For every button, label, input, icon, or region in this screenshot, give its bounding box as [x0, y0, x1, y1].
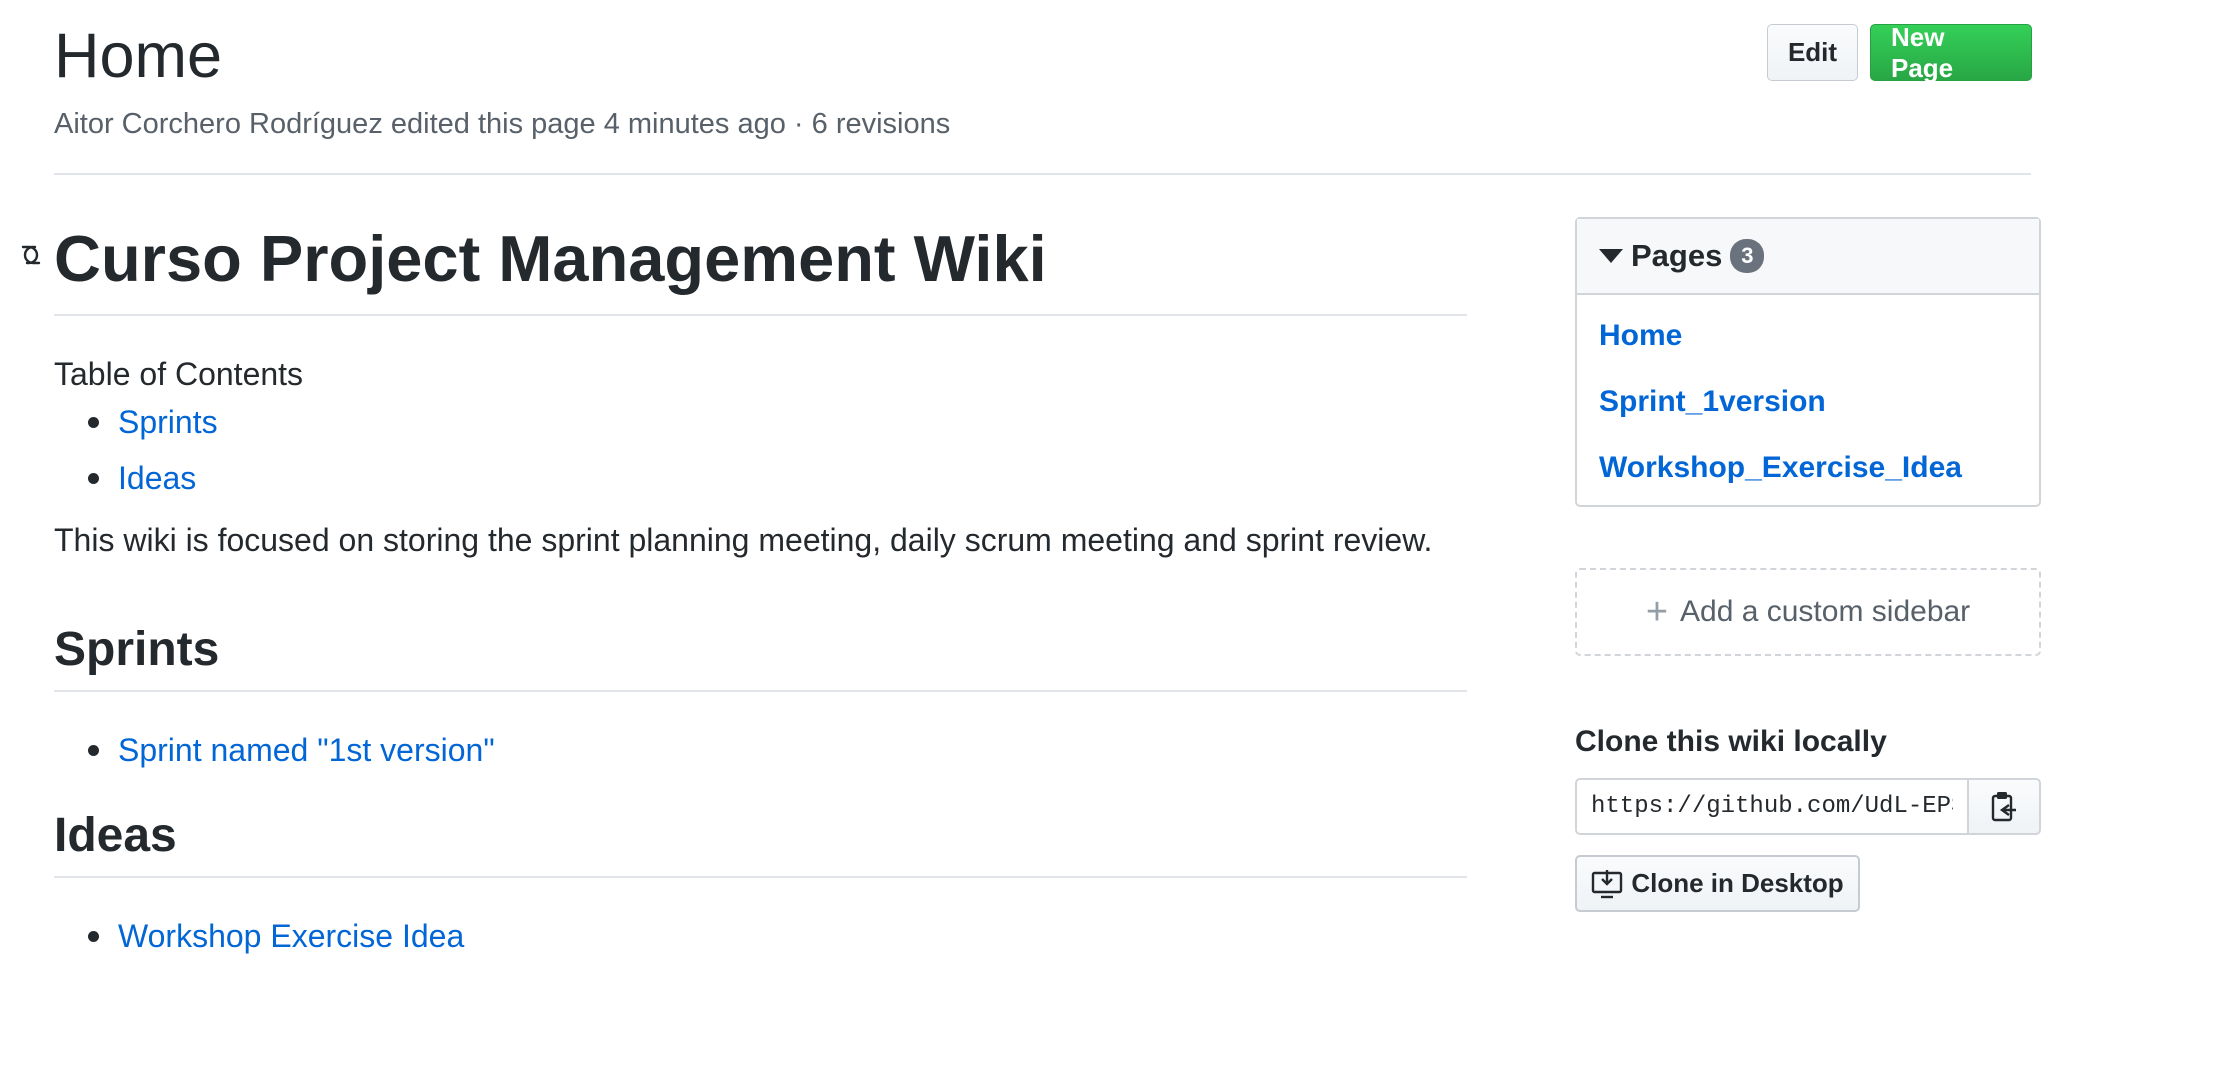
- header-actions: Edit New Page: [1767, 22, 2032, 83]
- intro-paragraph: This wiki is focused on storing the spri…: [54, 522, 1433, 558]
- toc-item: Sprints: [88, 400, 1467, 444]
- page-title: Home: [54, 21, 223, 91]
- copy-url-button[interactable]: [1967, 778, 2041, 835]
- new-page-button[interactable]: New Page: [1870, 22, 2032, 83]
- content-title: Curso Project Management Wiki: [54, 222, 1047, 295]
- clone-url-group: [1575, 778, 2041, 835]
- wiki-content: Curso Project Management Wiki Table of C…: [21, 200, 1467, 970]
- pages-count-badge: 3: [1730, 239, 1765, 273]
- toc-link-sprints[interactable]: Sprints: [118, 404, 218, 440]
- caret-down-icon: [1599, 249, 1623, 263]
- clone-in-desktop-label: Clone in Desktop: [1631, 868, 1844, 898]
- toc-item: Ideas: [88, 456, 1467, 500]
- clone-in-desktop-button[interactable]: Clone in Desktop: [1575, 855, 1860, 912]
- content-heading-wrap: Curso Project Management Wiki: [21, 200, 1467, 314]
- plus-icon: +: [1645, 591, 1669, 633]
- sprints-heading: Sprints: [54, 623, 220, 676]
- page-link-sprint-1version[interactable]: Sprint_1version: [1577, 369, 2039, 435]
- ideas-heading: Ideas: [54, 809, 177, 862]
- page-link-workshop-exercise-idea[interactable]: Workshop_Exercise_Idea: [1577, 435, 2039, 501]
- toc-label: Table of Contents: [54, 356, 304, 392]
- pages-label: Pages: [1631, 238, 1723, 273]
- clone-url-input[interactable]: [1575, 778, 1967, 835]
- add-custom-sidebar-button[interactable]: + Add a custom sidebar: [1575, 568, 2041, 656]
- link-icon[interactable]: [14, 242, 48, 268]
- wiki-sidebar: Pages 3 Home Sprint_1version Workshop_Ex…: [1575, 217, 2041, 912]
- sprint-item: Sprint named "1st version": [88, 728, 1467, 772]
- edit-button[interactable]: Edit: [1767, 24, 1858, 81]
- pages-box: Pages 3 Home Sprint_1version Workshop_Ex…: [1575, 217, 2041, 507]
- ideas-list: Workshop Exercise Idea: [54, 914, 1467, 958]
- wiki-page: Home Aitor Corchero Rodríguez edited thi…: [0, 0, 2222, 1090]
- clipboard-icon: [1991, 791, 2016, 821]
- ideas-divider: [54, 876, 1467, 878]
- idea-item: Workshop Exercise Idea: [88, 914, 1467, 958]
- title-divider: [54, 314, 1467, 316]
- custom-sidebar-label: Add a custom sidebar: [1680, 595, 1971, 628]
- idea-link[interactable]: Workshop Exercise Idea: [118, 918, 464, 954]
- pages-toggle[interactable]: Pages 3: [1577, 219, 2039, 295]
- pages-list: Home Sprint_1version Workshop_Exercise_I…: [1577, 295, 2039, 505]
- clone-title: Clone this wiki locally: [1575, 725, 1887, 758]
- page-link-home[interactable]: Home: [1577, 303, 2039, 369]
- sprints-list: Sprint named "1st version": [54, 728, 1467, 772]
- toc-list: Sprints Ideas: [54, 400, 1467, 500]
- sprint-link[interactable]: Sprint named "1st version": [118, 732, 495, 768]
- toc-link-ideas[interactable]: Ideas: [118, 460, 196, 496]
- sprints-divider: [54, 690, 1467, 692]
- desktop-download-icon: [1592, 869, 1623, 898]
- page-meta: Aitor Corchero Rodríguez edited this pag…: [54, 108, 951, 140]
- header-divider: [54, 173, 2031, 175]
